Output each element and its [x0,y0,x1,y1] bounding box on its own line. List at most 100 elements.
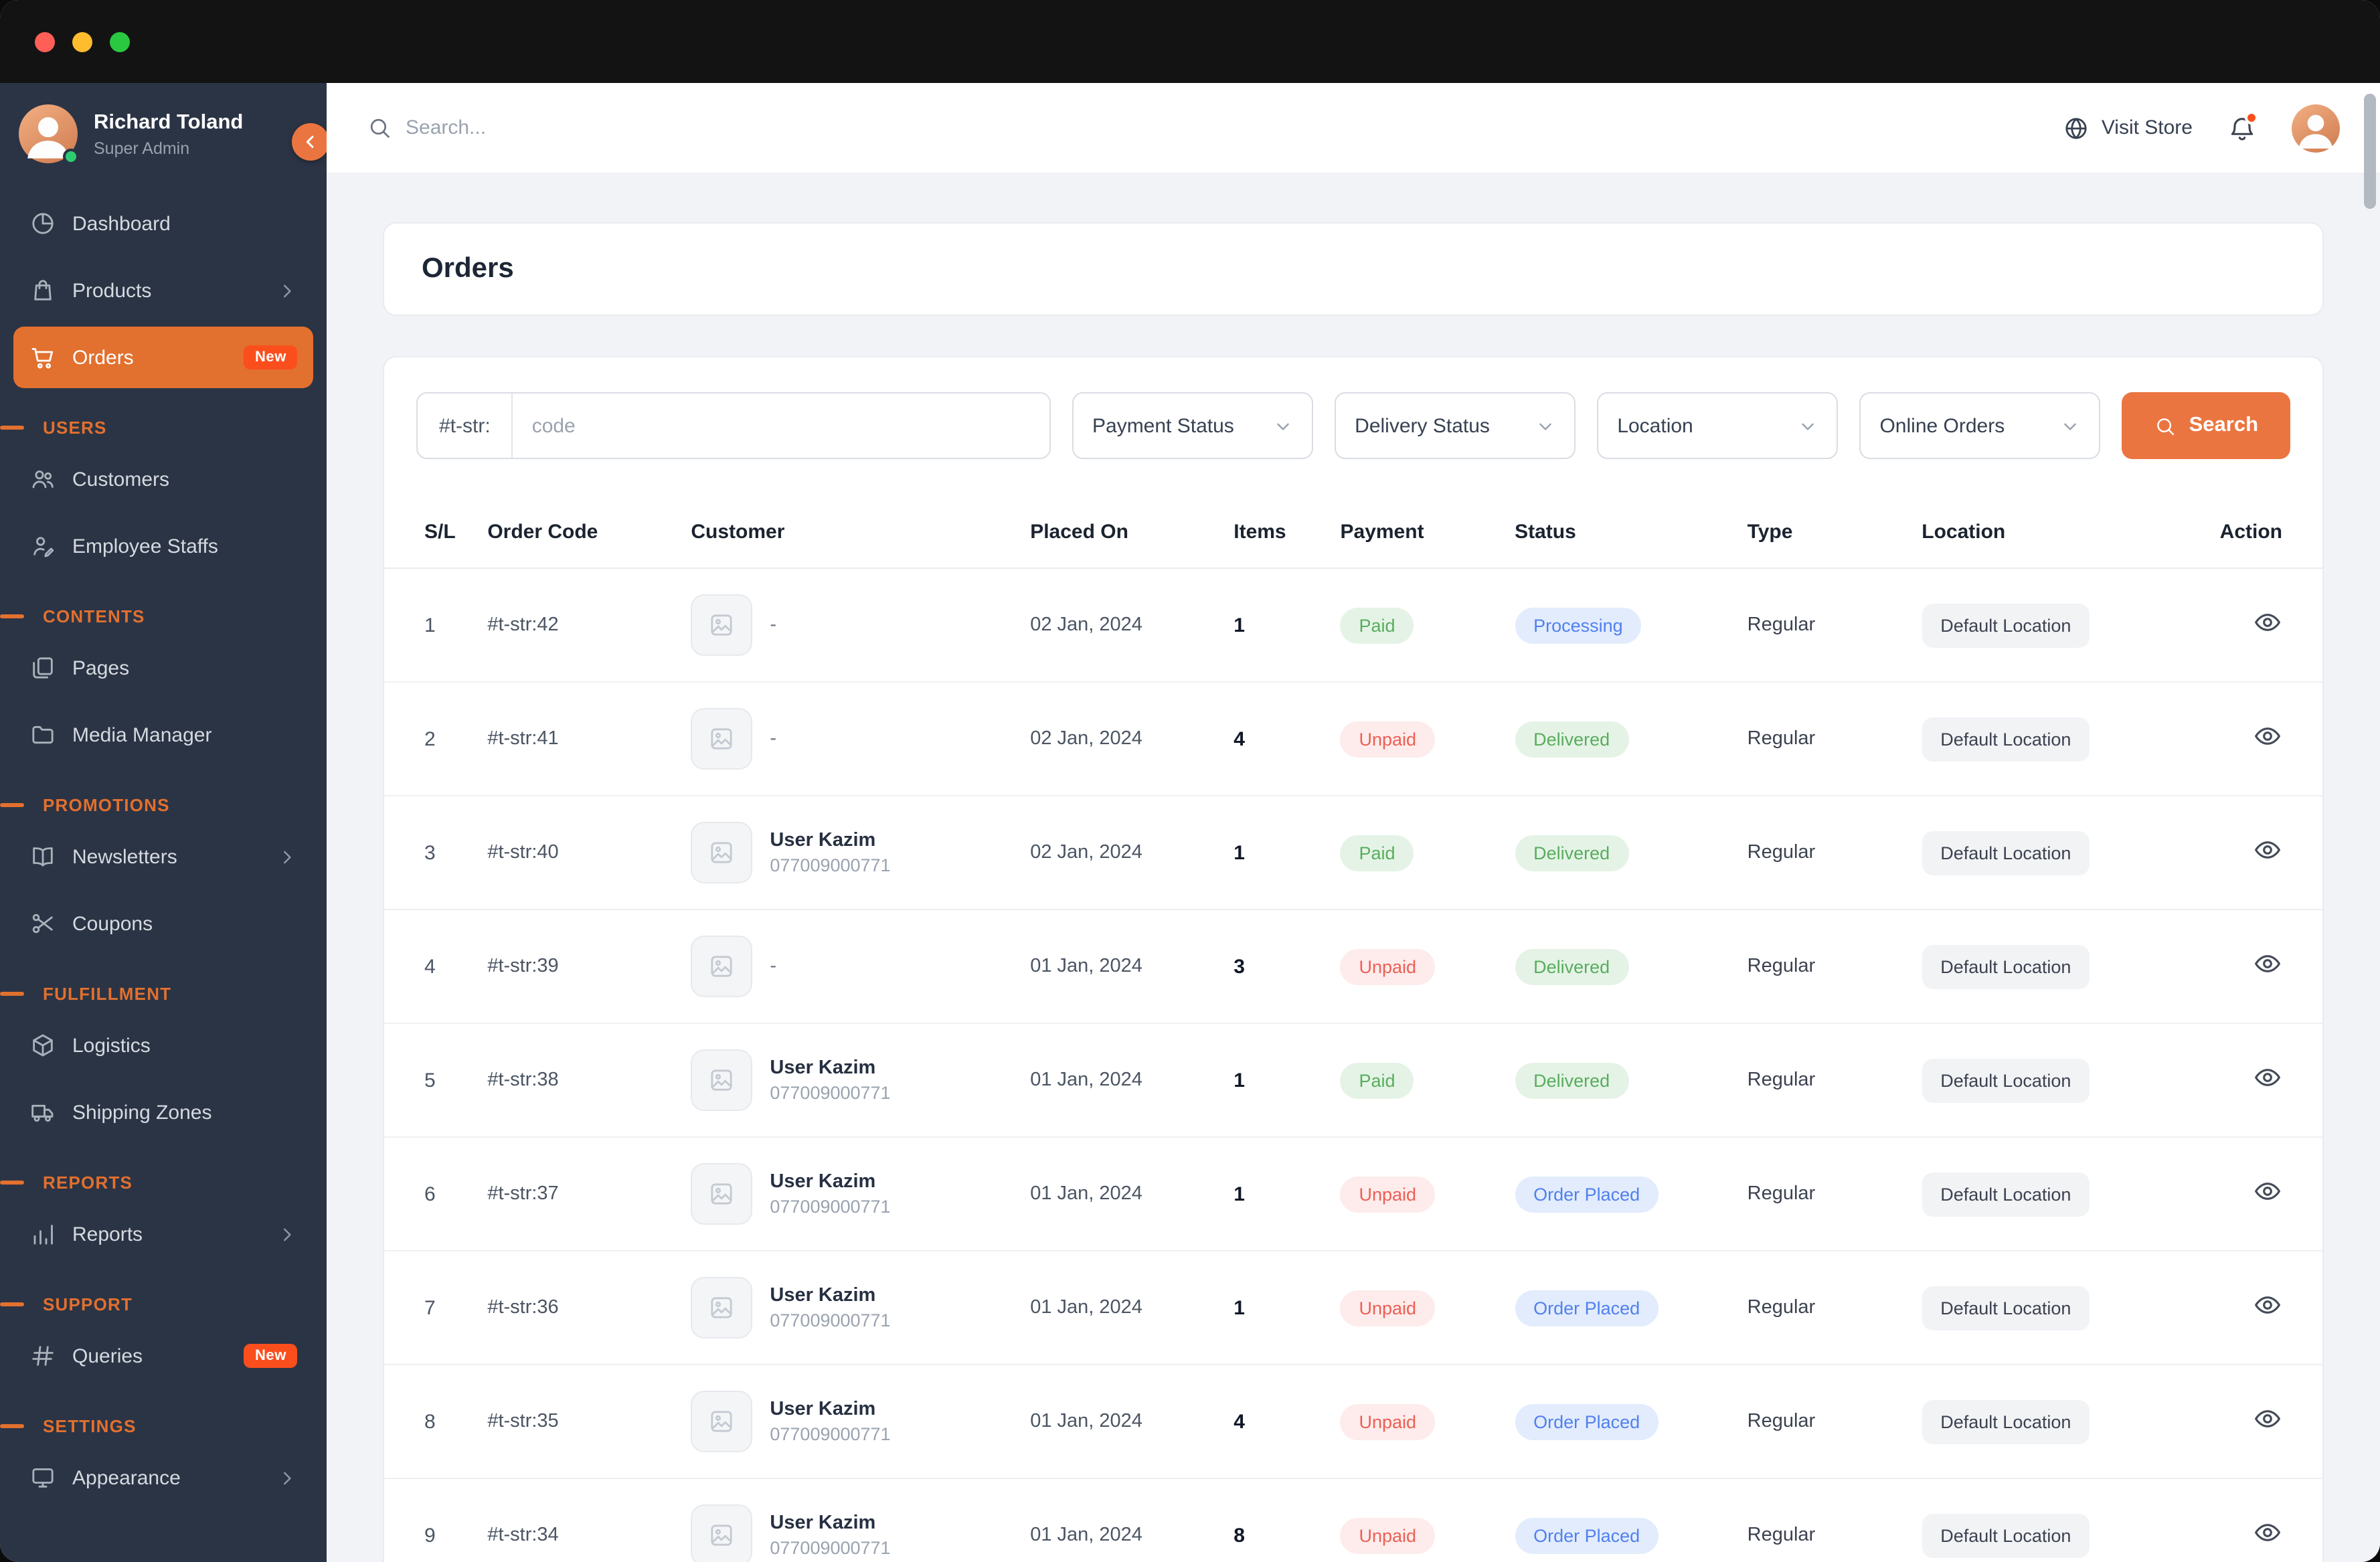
sidebar-item-coupons[interactable]: Coupons [13,893,313,954]
view-order-button[interactable] [2253,1518,2282,1547]
page-title: Orders [422,253,514,284]
cell-items: 1 [1217,1137,1325,1251]
customer-image-placeholder [691,1049,753,1111]
location-badge: Default Location [1922,603,2090,647]
cell-action [2196,1365,2322,1479]
cell-customer: User Kazim 077009000771 [675,1023,1015,1138]
sidebar-item-logistics[interactable]: Logistics [13,1015,313,1076]
new-badge: New [244,345,297,369]
order-row: 5 #t-str:38 User Kazim 077009000771 01 Jan, … [384,1023,2322,1138]
online-orders-dropdown[interactable]: Online Orders [1859,392,2101,459]
zoom-window-button[interactable] [110,31,130,52]
sidebar-item-label: Dashboard [72,212,171,235]
vertical-scrollbar [2363,88,2376,1557]
order-row: 6 #t-str:37 User Kazim 077009000771 01 Jan, … [384,1137,2322,1251]
cell-payment: Unpaid [1324,682,1499,796]
order-code-input[interactable] [513,394,1049,458]
location-badge: Default Location [1922,1172,2090,1216]
close-window-button[interactable] [35,31,55,52]
cell-type: Regular [1731,1365,1906,1479]
global-search-input[interactable] [406,116,807,139]
payment-status-dropdown[interactable]: Payment Status [1072,392,1314,459]
payment-badge: Paid [1340,1062,1414,1098]
chevron-down-icon [1535,416,1555,436]
section-dash [0,1181,24,1185]
cell-payment: Unpaid [1324,1251,1499,1365]
sidebar-item-queries[interactable]: Queries New [13,1325,313,1387]
status-badge: Delivered [1515,835,1629,871]
dropdown-label: Payment Status [1092,414,1234,437]
sidebar-item-appearance[interactable]: Appearance [13,1447,313,1508]
sidebar-item-products[interactable]: Products [13,260,313,321]
section-dash [0,992,24,996]
cell-status: Order Placed [1499,1137,1731,1251]
sidebar-collapse-button[interactable] [292,123,327,161]
sidebar-item-pages[interactable]: Pages [13,637,313,699]
cell-type: Regular [1731,1023,1906,1138]
pages-icon [29,655,56,681]
cell-sl: 7 [384,1251,472,1365]
sidebar-item-customers[interactable]: Customers [13,448,313,510]
cell-type: Regular [1731,909,1906,1024]
sidebar-item-newsletters[interactable]: Newsletters [13,826,313,887]
cell-payment: Paid [1324,1023,1499,1138]
sidebar-profile[interactable]: Richard Toland Super Admin [0,83,327,185]
global-search [367,115,2063,141]
cell-location: Default Location [1905,1365,2197,1479]
cell-sl: 2 [384,682,472,796]
image-icon [708,1181,735,1207]
payment-badge: Unpaid [1340,1403,1436,1440]
view-order-button[interactable] [2253,608,2282,637]
minimize-window-button[interactable] [72,31,92,52]
view-order-button[interactable] [2253,1404,2282,1434]
sidebar-item-label: Employee Staffs [72,535,218,557]
person-icon [2292,104,2340,152]
image-icon [708,1294,735,1321]
cell-customer: User Kazim 077009000771 [675,796,1015,910]
user-avatar[interactable] [2292,104,2340,152]
cell-placed-on: 01 Jan, 2024 [1014,1023,1218,1138]
delivery-status-dropdown[interactable]: Delivery Status [1335,392,1576,459]
cell-items: 3 [1217,909,1325,1024]
search-button[interactable]: Search [2122,392,2291,459]
sidebar-item-label: Appearance [72,1466,181,1489]
sidebar-item-shipping-zones[interactable]: Shipping Zones [13,1081,313,1143]
cell-payment: Unpaid [1324,1478,1499,1562]
view-order-button[interactable] [2253,835,2282,865]
customer-name: User Kazim [770,1171,876,1193]
profile-name: Richard Toland [94,111,244,135]
payment-badge: Unpaid [1340,1176,1436,1212]
visit-store-link[interactable]: Visit Store [2063,114,2193,141]
sidebar-item-orders[interactable]: Orders New [13,327,313,388]
customer-name: - [770,614,777,636]
order-code-prefix: #t-str: [418,394,513,458]
order-row: 7 #t-str:36 User Kazim 077009000771 01 Jan, … [384,1251,2322,1365]
column-header-s-l: S/L [384,491,472,569]
payment-badge: Paid [1340,835,1414,871]
view-order-button[interactable] [2253,1063,2282,1092]
cell-type: Regular [1731,1251,1906,1365]
scrollbar-thumb[interactable] [2364,94,2376,209]
cell-items: 1 [1217,568,1325,683]
customer-phone: 077009000771 [770,1197,891,1217]
sidebar-item-label: Reports [72,1223,143,1245]
notifications-button[interactable] [2227,110,2258,143]
view-order-button[interactable] [2253,1290,2282,1320]
sidebar-item-reports[interactable]: Reports [13,1203,313,1265]
section-dash [0,614,24,618]
profile-role: Super Admin [94,139,190,158]
cell-status: Delivered [1499,682,1731,796]
logistics-icon [29,1032,56,1059]
view-order-button[interactable] [2253,949,2282,978]
location-dropdown[interactable]: Location [1597,392,1839,459]
view-order-button[interactable] [2253,721,2282,751]
sidebar-item-dashboard[interactable]: Dashboard [13,193,313,254]
view-order-button[interactable] [2253,1177,2282,1206]
newsletters-icon [29,843,56,870]
payment-badge: Unpaid [1340,948,1436,984]
sidebar-item-media-manager[interactable]: Media Manager [13,704,313,766]
sidebar-item-employee-staffs[interactable]: Employee Staffs [13,515,313,577]
customers-icon [29,466,56,493]
cell-placed-on: 02 Jan, 2024 [1014,568,1218,683]
cell-location: Default Location [1905,1251,2197,1365]
